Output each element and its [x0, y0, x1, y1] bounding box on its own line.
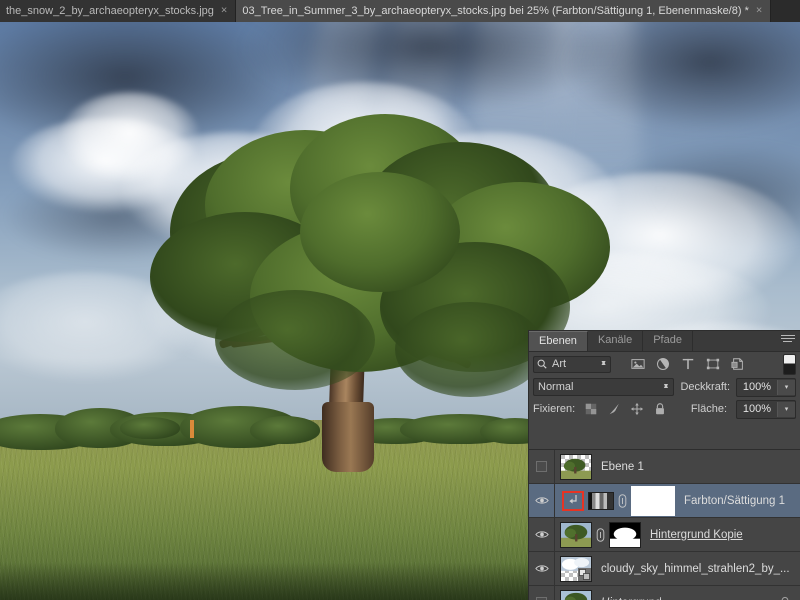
tab-pfade-label: Pfade	[653, 334, 682, 346]
filter-kind-label: Art	[552, 358, 567, 370]
layer-thumbnails	[555, 453, 592, 480]
link-layers-icon[interactable]	[618, 493, 627, 508]
layer-visibility-toggle[interactable]	[529, 484, 555, 517]
blend-mode-select[interactable]: Normal ▲ ▼	[533, 378, 675, 396]
table-row[interactable]: Ebene 1	[529, 450, 800, 484]
layer-thumbnails	[555, 555, 592, 582]
distant-hedge	[250, 416, 320, 444]
layer-thumbnails	[555, 521, 641, 548]
pixel-layer-filter-icon[interactable]	[631, 357, 645, 371]
layer-name[interactable]: cloudy_sky_himmel_strahlen2_by_...	[592, 563, 790, 575]
document-tab-1-label: the_snow_2_by_archaeopteryx_stocks.jpg	[6, 5, 214, 17]
photoshop-window: the_snow_2_by_archaeopteryx_stocks.jpg ×…	[0, 0, 800, 600]
lock-row: Fixieren: Fläche: 100% ▾	[529, 398, 800, 420]
fill-value[interactable]: 100%	[737, 403, 777, 415]
tree-trunk-base	[322, 402, 374, 472]
smart-object-filter-icon[interactable]	[731, 357, 745, 371]
lock-icon	[781, 596, 789, 600]
thumb-art	[561, 522, 591, 547]
layer-locked-indicator	[779, 596, 800, 600]
lock-all-icon[interactable]	[653, 402, 667, 416]
opacity-field[interactable]: 100% ▾	[736, 377, 796, 397]
chevron-down-icon[interactable]: ▾	[777, 401, 795, 417]
lock-label: Fixieren:	[533, 403, 576, 415]
filter-type-icons	[631, 357, 745, 371]
blend-mode-value: Normal	[538, 381, 574, 393]
thumb-art	[561, 458, 591, 479]
table-row[interactable]: Hintergrund	[529, 586, 800, 600]
thumb-art	[561, 590, 591, 600]
orange-marker-post	[190, 420, 194, 438]
tab-ebenen[interactable]: Ebenen	[529, 331, 588, 351]
tree-canopy	[300, 172, 460, 292]
document-tab-2[interactable]: 03_Tree_in_Summer_3_by_archaeopteryx_sto…	[236, 0, 772, 22]
table-row[interactable]: Farbton/Sättigung 1	[529, 484, 800, 518]
pixel-tree-thumbnail[interactable]	[560, 521, 592, 548]
fill-label: Fläche:	[690, 403, 727, 415]
opacity-label: Deckkraft:	[680, 381, 730, 393]
close-icon[interactable]: ×	[221, 5, 227, 16]
pixel-sky-thumbnail[interactable]	[560, 555, 592, 582]
white-layer-mask-thumbnail[interactable]	[631, 485, 675, 516]
table-row[interactable]: Hintergrund Kopie	[529, 518, 800, 552]
tree-canopy	[395, 302, 545, 397]
layer-filter-row: Art ▲ ▼	[529, 352, 800, 376]
clipping-mask-highlight	[562, 490, 584, 511]
smart-object-badge-icon	[578, 567, 591, 581]
opacity-value[interactable]: 100%	[737, 381, 777, 393]
close-icon[interactable]: ×	[756, 5, 762, 16]
pixel-tree-background-thumbnail[interactable]	[560, 589, 592, 600]
lock-image-pixels-icon[interactable]	[607, 402, 621, 416]
layer-visibility-toggle[interactable]	[529, 586, 555, 600]
layer-name[interactable]: Hintergrund Kopie	[641, 529, 743, 541]
document-tab-bar: the_snow_2_by_archaeopteryx_stocks.jpg ×…	[0, 0, 800, 23]
eye-icon[interactable]	[534, 530, 549, 539]
black-white-tree-mask-thumbnail[interactable]	[609, 521, 641, 548]
layer-visibility-toggle[interactable]	[529, 450, 555, 483]
tab-ebenen-label: Ebenen	[539, 335, 577, 347]
layer-thumbnails	[555, 485, 675, 516]
mask-art	[610, 522, 640, 547]
layer-name[interactable]: Ebene 1	[592, 461, 644, 473]
pixel-tree-transparent-thumbnail[interactable]	[560, 453, 592, 480]
panel-tab-strip: Ebenen Kanäle Pfade	[529, 331, 800, 352]
search-icon	[537, 359, 547, 369]
filter-kind-select[interactable]: Art ▲ ▼	[533, 355, 611, 373]
eye-icon[interactable]	[534, 496, 549, 505]
fill-field[interactable]: 100% ▾	[736, 399, 796, 419]
eye-off-icon[interactable]	[536, 461, 547, 472]
adjustment-layer-filter-icon[interactable]	[656, 357, 670, 371]
layer-name[interactable]: Farbton/Sättigung 1	[675, 495, 785, 507]
lock-transparency-icon[interactable]	[584, 402, 598, 416]
panel-menu-icon[interactable]	[781, 335, 795, 347]
eye-icon[interactable]	[534, 564, 549, 573]
document-tab-2-label: 03_Tree_in_Summer_3_by_archaeopteryx_sto…	[242, 5, 749, 17]
table-row[interactable]: cloudy_sky_himmel_strahlen2_by_...	[529, 552, 800, 586]
layer-visibility-toggle[interactable]	[529, 552, 555, 585]
tab-pfade[interactable]: Pfade	[643, 331, 693, 351]
type-layer-filter-icon[interactable]	[681, 357, 695, 371]
layer-visibility-toggle[interactable]	[529, 518, 555, 551]
layer-list[interactable]: Ebene 1 Farbton/Sättigung 1 Hintergrund …	[529, 449, 800, 600]
layer-thumbnails	[555, 589, 592, 600]
filter-enable-toggle[interactable]	[783, 353, 796, 375]
document-tab-1[interactable]: the_snow_2_by_archaeopteryx_stocks.jpg ×	[0, 0, 237, 22]
tree-canopy	[215, 290, 375, 390]
chevron-down-icon[interactable]: ▾	[777, 379, 795, 395]
clipping-mask-arrow-icon[interactable]	[567, 494, 579, 507]
link-layers-icon[interactable]	[596, 527, 605, 542]
shape-layer-filter-icon[interactable]	[706, 357, 720, 371]
tab-kanaele-label: Kanäle	[597, 334, 633, 346]
tab-kanaele[interactable]: Kanäle	[588, 331, 644, 351]
layer-name[interactable]: Hintergrund	[592, 597, 661, 600]
blend-mode-row: Normal ▲ ▼ Deckkraft: 100% ▾	[529, 376, 800, 398]
adjustment-hue-saturation-thumbnail[interactable]	[588, 491, 614, 510]
distant-hedge	[120, 417, 180, 439]
lock-position-icon[interactable]	[630, 402, 644, 416]
layers-panel: Ebenen Kanäle Pfade Art ▲ ▼ Normal ▲ ▼ D…	[528, 330, 800, 600]
